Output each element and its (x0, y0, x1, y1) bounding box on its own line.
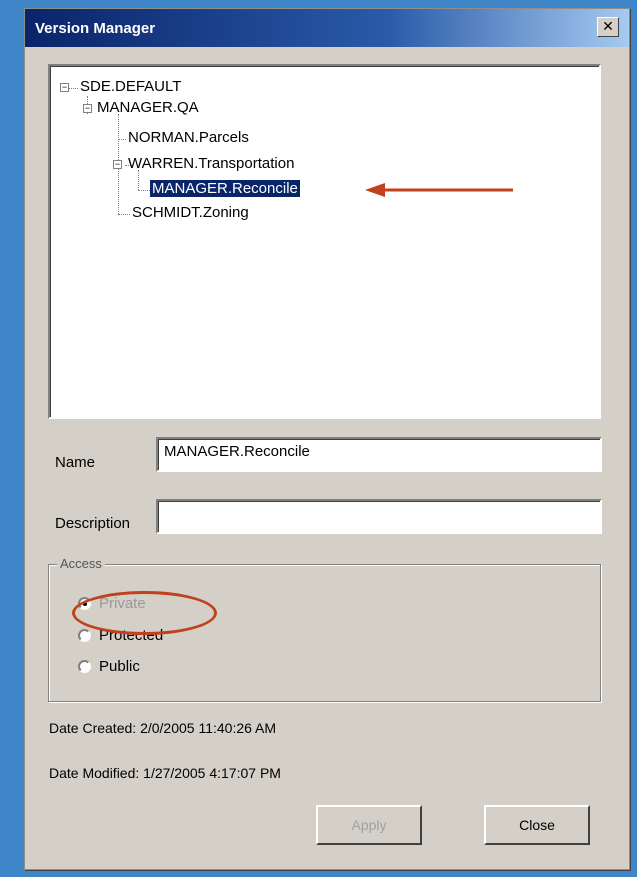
date-created-value: 2/0/2005 11:40:26 AM (140, 720, 277, 736)
title-bar[interactable]: Version Manager ✕ (25, 9, 629, 47)
tree-connector (138, 170, 139, 190)
access-group-title: Access (57, 556, 105, 571)
tree-node-sde-default[interactable]: SDE.DEFAULT (80, 78, 181, 95)
tree-node-manager-reconcile[interactable]: MANAGER.Reconcile (150, 180, 300, 197)
tree-connector (118, 214, 130, 215)
annotation-arrow-icon (365, 183, 513, 197)
close-button[interactable]: Close (484, 805, 590, 845)
tree-node-warren-transportation[interactable]: WARREN.Transportation (128, 155, 294, 172)
date-modified-value: 1/27/2005 4:17:07 PM (143, 765, 281, 781)
date-modified-label: Date Modified: (49, 765, 140, 781)
name-field[interactable]: MANAGER.Reconcile (156, 437, 602, 472)
tree-connector (118, 139, 126, 140)
date-created: Date Created: 2/0/2005 11:40:26 AM (49, 720, 276, 736)
tree-node-schmidt-zoning[interactable]: SCHMIDT.Zoning (132, 204, 249, 221)
collapse-icon[interactable]: − (83, 104, 92, 113)
tree-node-norman-parcels[interactable]: NORMAN.Parcels (128, 129, 249, 146)
tree-node-manager-qa[interactable]: MANAGER.QA (97, 99, 199, 116)
version-manager-dialog: Version Manager ✕ − SDE.DEFAULT − MANAGE… (24, 8, 630, 870)
apply-button[interactable]: Apply (316, 805, 422, 845)
window-title: Version Manager (35, 19, 156, 37)
description-field[interactable] (156, 499, 602, 534)
radio-button-icon[interactable] (78, 629, 91, 642)
desktop-background (0, 0, 24, 877)
close-icon: ✕ (602, 19, 614, 35)
description-label: Description (55, 515, 131, 532)
name-label: Name (55, 454, 96, 471)
collapse-icon[interactable]: − (113, 160, 122, 169)
date-modified: Date Modified: 1/27/2005 4:17:07 PM (49, 765, 281, 781)
radio-label: Public (99, 658, 140, 675)
collapse-icon[interactable]: − (60, 83, 69, 92)
annotation-circle (72, 591, 217, 635)
radio-public[interactable]: Public (78, 658, 140, 675)
date-created-label: Date Created: (49, 720, 137, 736)
close-window-button[interactable]: ✕ (597, 17, 619, 37)
tree-connector (68, 88, 78, 89)
version-tree[interactable]: − SDE.DEFAULT − MANAGER.QA NORMAN.Parcel… (48, 64, 601, 419)
tree-connector (138, 190, 150, 191)
radio-button-icon[interactable] (78, 660, 91, 673)
